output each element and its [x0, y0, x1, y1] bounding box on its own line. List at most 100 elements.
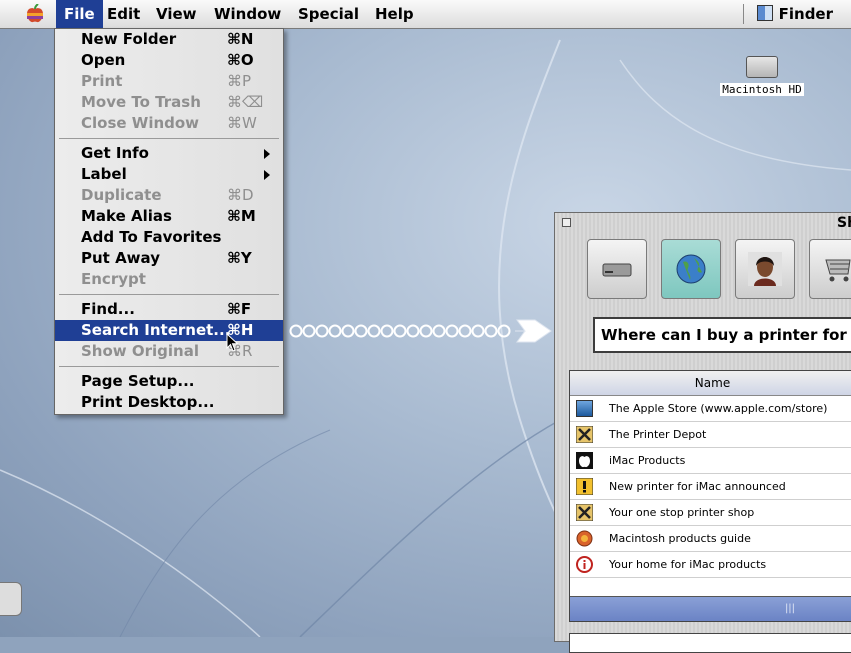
tab-people[interactable] [735, 239, 795, 299]
finder-icon [756, 5, 773, 21]
menu-edit[interactable]: Edit [99, 0, 148, 28]
menu-item-add-to-favorites[interactable]: Add To Favorites [55, 227, 283, 248]
menu-item-shortcut: ⌘F [227, 300, 252, 318]
apple-logo-icon [576, 452, 593, 469]
menu-item-shortcut: ⌘D [227, 186, 254, 204]
menu-item-print-desktop[interactable]: Print Desktop... [55, 392, 283, 413]
menu-item-label: Open [81, 51, 126, 69]
menu-item-label: Show Original [81, 342, 199, 360]
menu-item-label: New Folder [81, 30, 177, 48]
menu-item-open[interactable]: Open ⌘O [55, 50, 283, 71]
macintosh-hd-label: Macintosh HD [720, 83, 804, 96]
horizontal-scrollbar[interactable]: ||| [570, 596, 851, 621]
menu-item-move-to-trash[interactable]: Move To Trash ⌘⌫ [55, 92, 283, 113]
menu-item-encrypt[interactable]: Encrypt [55, 269, 283, 290]
person-icon [748, 252, 782, 286]
result-name: The Apple Store (www.apple.com/store) [609, 402, 828, 415]
result-name: The Printer Depot [609, 428, 707, 441]
application-menu-label: Finder [778, 5, 833, 23]
menu-item-label: Add To Favorites [81, 228, 222, 246]
result-detail-pane [569, 633, 851, 653]
menu-item-shortcut: ⌘W [227, 114, 257, 132]
menu-item-label: Label [81, 165, 127, 183]
result-row[interactable]: Your one stop printer shop [570, 500, 851, 526]
result-row[interactable]: Macintosh products guide [570, 526, 851, 552]
menu-item-label: Encrypt [81, 270, 146, 288]
globe-icon [676, 254, 706, 284]
shopping-cart-icon [825, 259, 851, 282]
sherlock-window: Sh Where can I buy a printer for m [554, 212, 851, 653]
window-title: Sh [837, 215, 851, 231]
column-header-name[interactable]: Name [570, 371, 851, 396]
application-menu[interactable]: Finder [742, 0, 833, 28]
result-row[interactable]: The Apple Store (www.apple.com/store) [570, 396, 851, 422]
apple-menu-icon[interactable] [24, 4, 46, 24]
news-icon [576, 478, 593, 495]
info-icon [576, 556, 593, 573]
menu-divider [59, 138, 279, 139]
hard-drive-icon [602, 263, 632, 277]
menu-item-shortcut: ⌘P [227, 72, 252, 90]
menu-item-duplicate[interactable]: Duplicate ⌘D [55, 185, 283, 206]
tab-files[interactable] [587, 239, 647, 299]
menu-item-shortcut: ⌘Y [227, 249, 252, 267]
scrollbar-thumb[interactable]: ||| [770, 603, 810, 615]
menu-item-print[interactable]: Print ⌘P [55, 71, 283, 92]
result-row[interactable]: iMac Products [570, 448, 851, 474]
menu-item-put-away[interactable]: Put Away ⌘Y [55, 248, 283, 269]
pop-up-window-tab[interactable] [0, 582, 22, 616]
menu-bar: File Edit View Window Special Help Finde… [0, 0, 851, 29]
search-query-field[interactable]: Where can I buy a printer for m [593, 317, 851, 353]
menu-item-close-window[interactable]: Close Window ⌘W [55, 113, 283, 134]
menu-item-search-internet[interactable]: Search Internet... ⌘H [55, 320, 283, 341]
result-name: iMac Products [609, 454, 686, 467]
menu-item-label: Close Window [81, 114, 200, 132]
tab-internet[interactable] [661, 239, 721, 299]
close-box-icon[interactable] [562, 218, 571, 227]
menu-item-label: Search Internet... [81, 321, 231, 339]
menu-view[interactable]: View [148, 0, 205, 28]
menu-item-label: Put Away [81, 249, 160, 267]
menu-divider [59, 294, 279, 295]
menu-item-label: Duplicate [81, 186, 162, 204]
result-row[interactable]: The Printer Depot [570, 422, 851, 448]
menu-item-new-folder[interactable]: New Folder ⌘N [55, 29, 283, 50]
submenu-arrow-icon [264, 170, 270, 180]
printer-depot-icon [576, 426, 593, 443]
menu-item-label: Move To Trash [81, 93, 201, 111]
apple-store-icon [576, 400, 593, 417]
tab-shopping[interactable] [809, 239, 851, 299]
menu-special[interactable]: Special [290, 0, 367, 28]
result-name: Your one stop printer shop [609, 506, 755, 519]
macintosh-hd[interactable]: Macintosh HD [716, 56, 808, 97]
menu-item-shortcut: ⌘N [227, 30, 254, 48]
menu-item-label: Find... [81, 300, 135, 318]
menu-window[interactable]: Window [206, 0, 289, 28]
menu-item-get-info[interactable]: Get Info [55, 143, 283, 164]
menu-item-shortcut: ⌘M [227, 207, 256, 225]
result-name: Your home for iMac products [609, 558, 767, 571]
result-row[interactable]: Your home for iMac products [570, 552, 851, 578]
menu-divider [59, 366, 279, 367]
results-list: Name The Apple Store (www.apple.com/stor… [569, 370, 851, 622]
menu-help[interactable]: Help [367, 0, 422, 28]
hard-drive-icon [746, 56, 778, 78]
menu-item-label: Print Desktop... [81, 393, 215, 411]
menu-item-make-alias[interactable]: Make Alias ⌘M [55, 206, 283, 227]
menu-item-label: Page Setup... [81, 372, 195, 390]
menu-item-shortcut: ⌘⌫ [227, 93, 264, 111]
menu-item-show-original[interactable]: Show Original ⌘R [55, 341, 283, 362]
result-name: New printer for iMac announced [609, 480, 786, 493]
menu-item-page-setup[interactable]: Page Setup... [55, 371, 283, 392]
submenu-arrow-icon [264, 149, 270, 159]
result-row[interactable]: New printer for iMac announced [570, 474, 851, 500]
result-name: Macintosh products guide [609, 532, 751, 545]
menu-item-find[interactable]: Find... ⌘F [55, 299, 283, 320]
guide-icon [576, 530, 593, 547]
title-bar[interactable]: Sh [555, 213, 851, 235]
flow-arrow-icon [289, 319, 552, 343]
menu-item-label: Make Alias [81, 207, 172, 225]
menu-item-shortcut: ⌘O [227, 51, 254, 69]
menu-item-label-submenu[interactable]: Label [55, 164, 283, 185]
menu-file[interactable]: File [56, 0, 103, 28]
